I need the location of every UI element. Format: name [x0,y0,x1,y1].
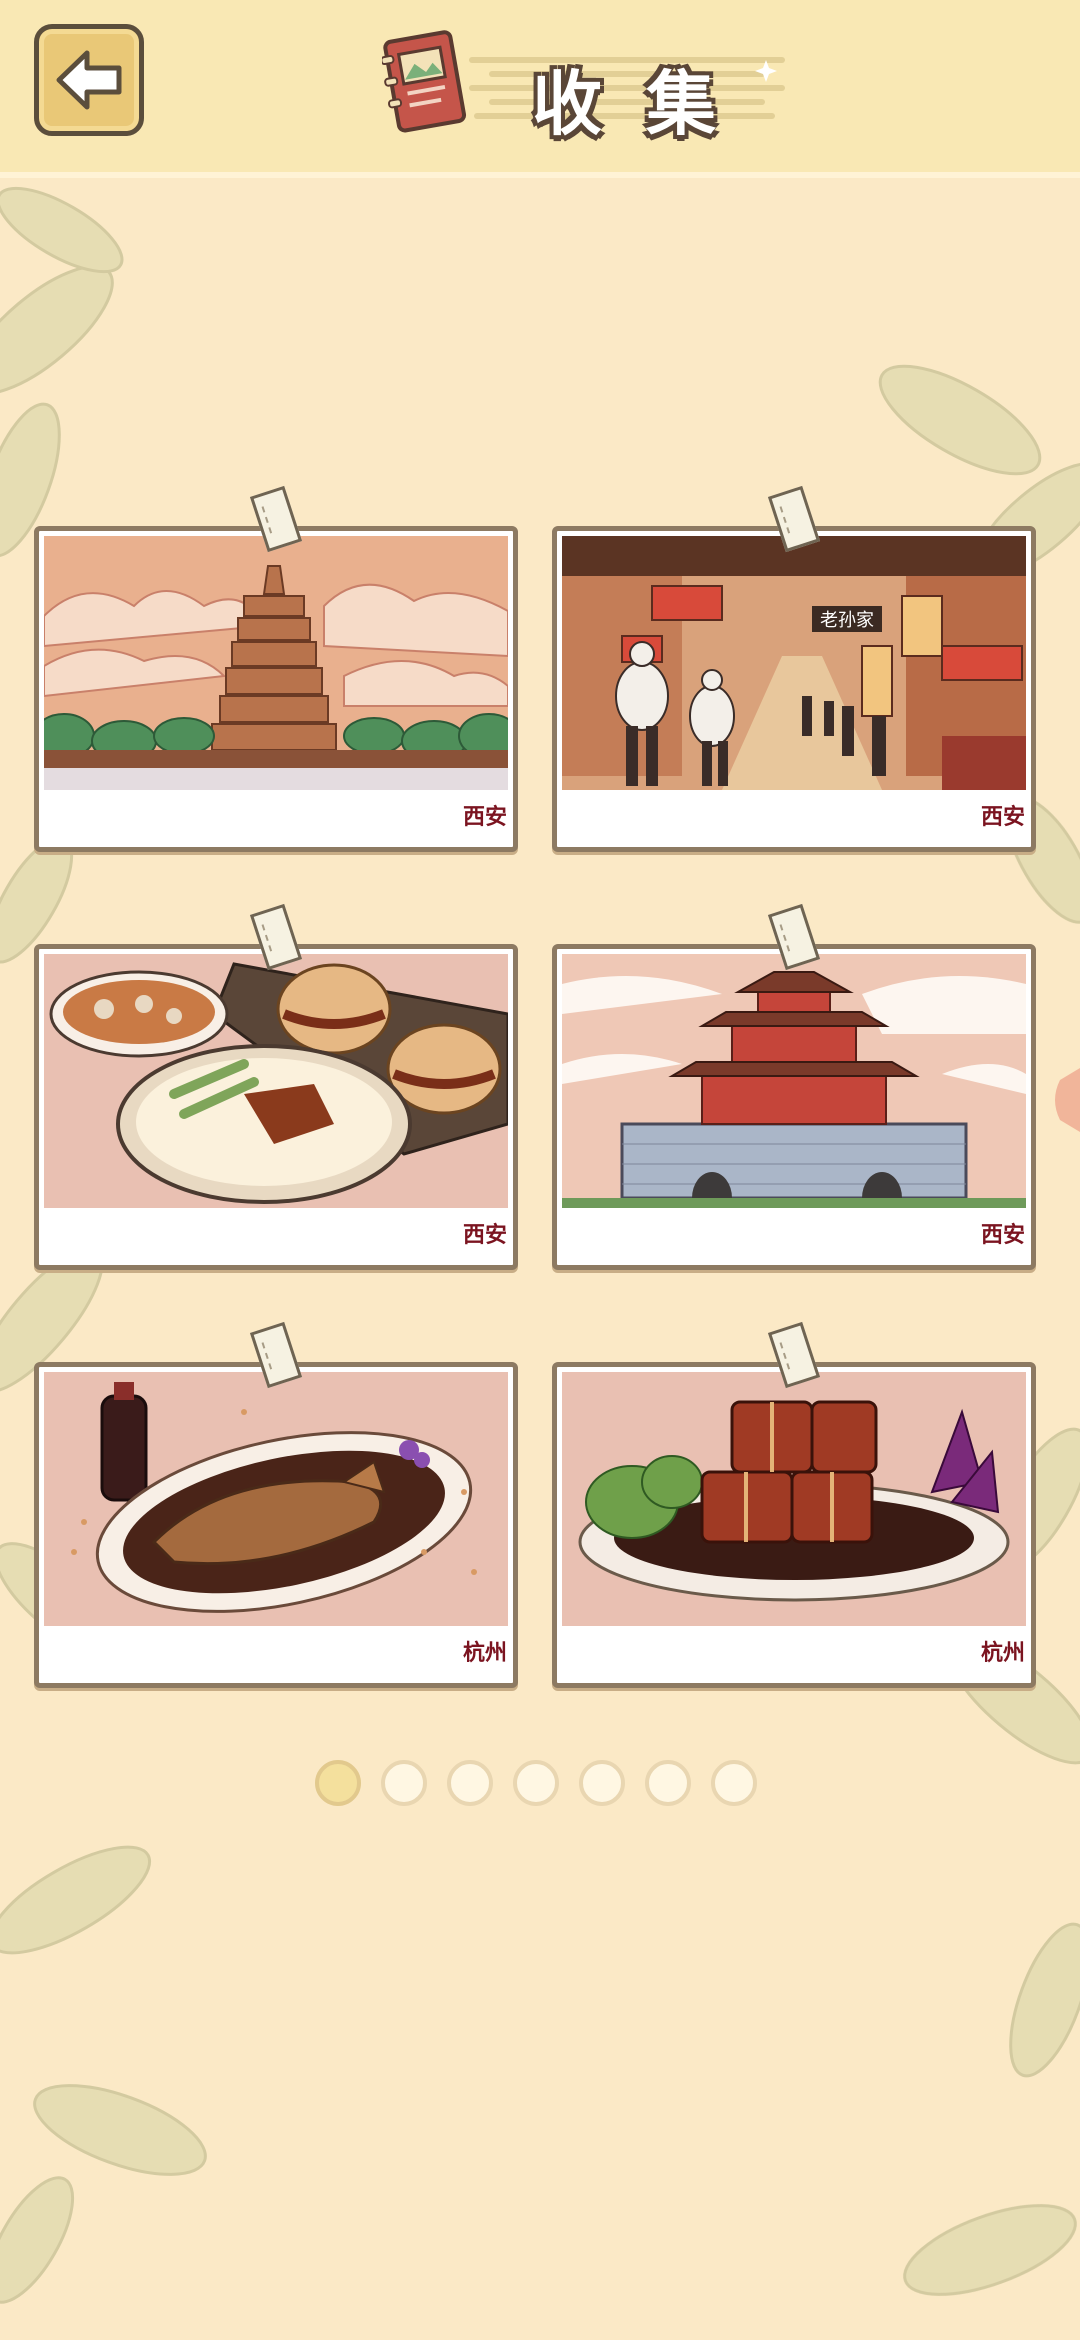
card-illustration-dongpo-pork [562,1372,1026,1626]
card-illustration-pagoda [44,536,508,790]
street-sign-text: 老孙家 [820,610,874,631]
card-caption: 西安 [980,1222,1025,1248]
collection-card-4[interactable]: 西安 [552,944,1036,1270]
page-title: 收集 [532,63,760,145]
card-caption: 杭州 [462,1640,507,1666]
page-dot-2[interactable] [381,1760,427,1806]
card-illustration-vinegar-fish [44,1372,508,1626]
card-illustration-street: 老孙家 [562,536,1026,790]
page-dot-7[interactable] [711,1760,757,1806]
header-bar: 收集 [0,0,1080,178]
collection-card-6[interactable]: 杭州 [552,1362,1036,1688]
back-arrow-icon [56,50,122,110]
collection-card-2[interactable]: 老孙家 西安 [552,526,1036,852]
page-dot-1[interactable] [315,1760,361,1806]
page-dot-3[interactable] [447,1760,493,1806]
collection-card-1[interactable]: 西安 [34,526,518,852]
page-dot-5[interactable] [579,1760,625,1806]
next-page-arrow[interactable] [1050,1068,1080,1132]
collection-card-3[interactable]: 西安 [34,944,518,1270]
card-illustration-roujiamo [44,954,508,1208]
card-caption: 杭州 [980,1640,1025,1666]
card-caption: 西安 [980,804,1025,830]
back-button[interactable] [34,24,144,136]
pagination-dots [315,1760,775,1812]
page-dot-4[interactable] [513,1760,559,1806]
page-title-group: 收集 [382,28,792,145]
page-dot-6[interactable] [645,1760,691,1806]
collection-card-5[interactable]: 杭州 [34,1362,518,1688]
card-illustration-bell-tower [562,954,1026,1208]
card-caption: 西安 [462,804,507,830]
card-caption: 西安 [462,1222,507,1248]
